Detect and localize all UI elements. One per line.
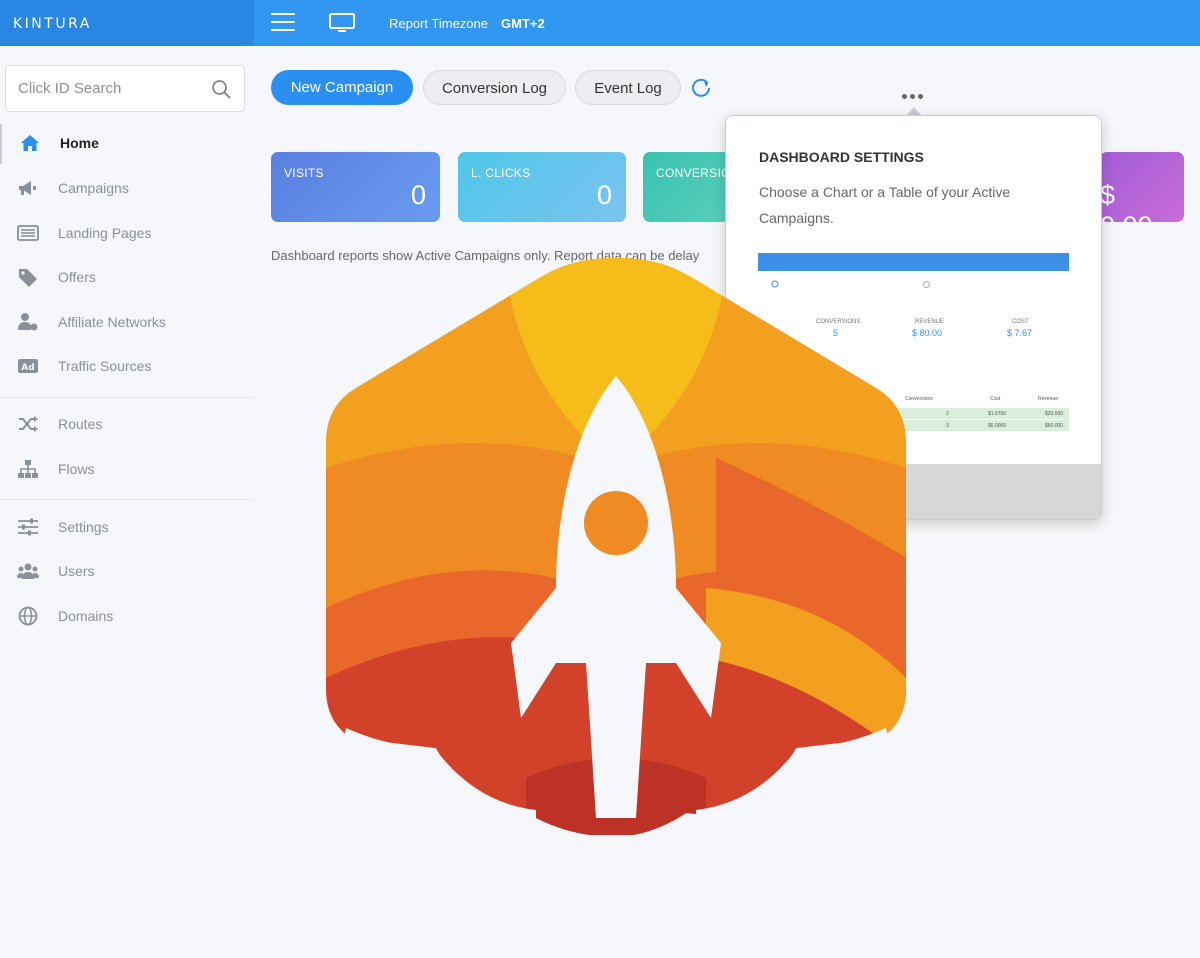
preview-stat-value: $ 80.00 — [912, 328, 943, 338]
preview-table-cell: 2 — [946, 411, 949, 417]
preview-table-row — [878, 408, 1069, 419]
hamburger-menu-icon[interactable] — [271, 13, 295, 33]
monitor-icon[interactable] — [329, 13, 355, 33]
card-title: L. CLICKS — [471, 166, 531, 180]
click-id-search-box — [5, 65, 245, 112]
sidebar-divider — [0, 499, 254, 500]
preview-table-cell: $20.000 — [1045, 411, 1064, 417]
globe-icon — [18, 606, 38, 626]
revenue-card[interactable]: $ 0.00 — [1100, 152, 1184, 222]
sidebar-item-label: Domains — [58, 608, 114, 624]
landing-clicks-card[interactable]: L. CLICKS 0 — [458, 152, 626, 222]
sidebar-item-campaigns[interactable]: Campaigns — [0, 169, 254, 209]
preview-table-header: Cost — [990, 396, 1001, 402]
card-title: VISITS — [284, 166, 324, 180]
sidebar-item-landing-pages[interactable]: Landing Pages — [0, 214, 254, 254]
sidebar-item-label: Landing Pages — [58, 225, 152, 241]
preview-dots-icon — [923, 281, 930, 288]
sidebar-item-label: Flows — [58, 461, 95, 477]
preview-table-header: Revenue — [1038, 396, 1059, 402]
card-value: 0 — [596, 180, 612, 210]
timezone-value[interactable]: GMT+2 — [501, 16, 545, 31]
card-value: 0 — [410, 180, 426, 210]
landing-pages-icon — [17, 225, 39, 241]
popover-title: DASHBOARD SETTINGS — [759, 149, 924, 165]
sidebar-divider — [0, 397, 254, 398]
new-campaign-button[interactable]: New Campaign — [271, 70, 413, 105]
sidebar-item-traffic-sources[interactable]: Ad Traffic Sources — [0, 347, 254, 387]
card-title: CONVERSIO — [656, 166, 731, 180]
sidebar-item-label: Traffic Sources — [58, 358, 152, 374]
more-options-icon[interactable] — [902, 86, 928, 99]
preview-table-cell: $6.0000 — [988, 423, 1007, 429]
megaphone-icon — [19, 181, 36, 195]
sidebar-item-home[interactable]: Home — [0, 124, 254, 164]
preview-table-cell: 3 — [946, 423, 949, 429]
visits-card[interactable]: VISITS 0 — [271, 152, 440, 222]
users-icon — [17, 563, 39, 579]
sidebar-item-label: Campaigns — [58, 180, 129, 196]
preview-stat-label: COST — [1012, 319, 1029, 325]
preview-table-header: Conversions — [905, 396, 933, 402]
sidebar-item-label: Offers — [58, 269, 96, 285]
sidebar-item-routes[interactable]: Routes — [0, 405, 254, 445]
sidebar-item-label: Settings — [58, 519, 109, 535]
tag-icon — [19, 269, 37, 287]
top-bar: KINTURA Report Timezone GMT+2 — [0, 0, 1200, 46]
sitemap-icon — [18, 460, 38, 478]
click-id-search-input[interactable] — [6, 66, 202, 111]
preview-stat-value: $ 7.67 — [1007, 328, 1033, 338]
sidebar-item-settings[interactable]: Settings — [0, 508, 254, 548]
popover-description: Choose a Chart or a Table of your Active… — [759, 184, 1011, 226]
sidebar: Home Campaigns Landing Pages Offers Affi… — [0, 46, 254, 958]
search-icon[interactable] — [211, 79, 231, 99]
sidebar-item-users[interactable]: Users — [0, 552, 254, 592]
sidebar-item-offers[interactable]: Offers — [0, 258, 254, 298]
sidebar-item-label: Affiliate Networks — [58, 314, 166, 330]
rocket-logo-icon — [326, 258, 906, 835]
preview-table-cell: $60.000 — [1045, 423, 1064, 429]
sidebar-item-domains[interactable]: Domains — [0, 597, 254, 637]
conversion-log-button[interactable]: Conversion Log — [423, 70, 566, 105]
preview-table-cell: $1.6700 — [988, 411, 1007, 417]
home-icon — [21, 135, 39, 151]
shuffle-icon — [19, 416, 38, 432]
sliders-icon — [18, 518, 38, 536]
sidebar-item-label: Users — [58, 563, 95, 579]
refresh-icon[interactable] — [690, 77, 712, 99]
preview-stat-label: REVENUE — [915, 319, 945, 325]
sidebar-item-flows[interactable]: Flows — [0, 450, 254, 490]
svg-text:Ad: Ad — [21, 363, 34, 373]
sidebar-item-affiliate-networks[interactable]: Affiliate Networks — [0, 303, 254, 343]
preview-table-row — [878, 420, 1069, 431]
timezone-label: Report Timezone — [389, 16, 488, 31]
card-value: $ 0.00 — [1100, 180, 1153, 222]
brand-logo[interactable]: KINTURA — [0, 0, 254, 46]
event-log-button[interactable]: Event Log — [575, 70, 681, 105]
affiliate-user-icon — [18, 313, 38, 331]
ad-icon: Ad — [18, 359, 38, 373]
sidebar-item-label: Home — [60, 135, 99, 151]
sidebar-item-label: Routes — [58, 416, 103, 432]
